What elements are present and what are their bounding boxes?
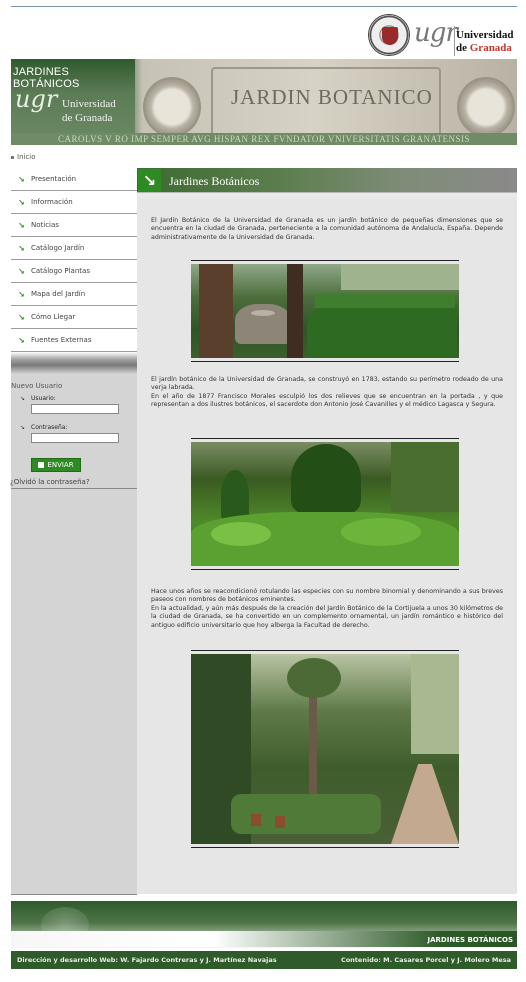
sidebar-item-catalogo-plantas[interactable]: ↘ Catálogo Plantas [11, 260, 137, 283]
sidebar-item-label: Fuentes Externas [31, 336, 92, 344]
footer-credits-right: Contenido: M. Casares Porcel y J. Molero… [340, 956, 511, 964]
breadcrumb-home-link[interactable]: Inicio [17, 153, 36, 161]
photo-rule-bottom [191, 569, 459, 570]
lock-icon [38, 462, 45, 468]
sidebar: ↘ Presentación ↘ Información ↘ Noticias ↘ Ca… [10, 168, 137, 894]
login-divider [11, 488, 137, 489]
photo-garden-path [191, 654, 459, 844]
submit-button[interactable]: ENVIAR [31, 458, 81, 472]
banner-ugr-logo: ugr [15, 85, 58, 113]
photo-path-figure [191, 650, 459, 848]
arrow-icon: ↘ [20, 395, 26, 402]
login-form: Nuevo Usuario ↘ Usuario: ↘ Contraseña: E… [10, 374, 137, 489]
sidebar-item-presentacion[interactable]: ↘ Presentación [11, 168, 137, 191]
login-title: Nuevo Usuario [11, 382, 63, 390]
sidebar-item-como-llegar[interactable]: ↘ Cómo Llegar [11, 306, 137, 329]
sidebar-item-fuentes-externas[interactable]: ↘ Fuentes Externas [11, 329, 137, 352]
sidebar-item-label: Catálogo Plantas [31, 267, 90, 275]
top-rule [11, 6, 517, 7]
banner-relief-right-icon [457, 77, 515, 137]
username-input[interactable] [31, 404, 119, 414]
sidebar-item-label: Cómo Llegar [31, 313, 76, 321]
university-name-line1: Universidad [456, 29, 514, 41]
password-label: Contraseña: [31, 424, 68, 431]
history-paragraph: El jardín botánico de la Universidad de … [151, 376, 503, 410]
main-content: ↘ Jardines Botánicos El Jardín Botánico … [137, 168, 517, 894]
sidebar-bottom-rule [11, 894, 137, 895]
content-header: ↘ Jardines Botánicos [137, 168, 517, 198]
today-paragraph: Hace unos años se reacondicionó rotuland… [151, 588, 503, 630]
banner-latin-motto: CAROLVS V RO IMP SEMPER AVG HISPAN REX F… [11, 133, 517, 145]
banner-uni-line1: Universidad [62, 98, 116, 110]
forgot-password-link[interactable]: ¿Olvidó la contraseña? [10, 478, 90, 486]
arrow-icon: ↘ [18, 289, 25, 299]
arrow-icon: ↘ [18, 220, 25, 230]
paragraph-text: Hace unos años se reacondicionó rotuland… [151, 588, 503, 604]
photo-hedges-figure [191, 438, 459, 570]
password-input[interactable] [31, 433, 119, 443]
sidebar-item-label: Catálogo Jardín [31, 244, 85, 252]
sidebar-item-label: Información [31, 198, 73, 206]
photo-fountain-figure [191, 260, 459, 362]
arrow-icon: ↘ [20, 424, 26, 431]
logo-divider [454, 26, 455, 56]
paragraph-text: En el año de 1877 Francisco Morales escu… [151, 392, 503, 409]
submit-button-label: ENVIAR [47, 461, 74, 469]
paragraph-text: En la actualidad, y aún más después de l… [151, 604, 503, 629]
sidebar-nav: ↘ Presentación ↘ Información ↘ Noticias ↘ Ca… [11, 168, 137, 352]
arrow-icon: ↘ [18, 266, 25, 276]
page-title: Jardines Botánicos [169, 174, 260, 188]
breadcrumb: Inicio [11, 153, 36, 161]
university-name-city: Granada [469, 42, 512, 54]
header-banner: JARDINES BOTÁNICOS ugr Universidad de Gr… [11, 59, 517, 145]
arrow-down-right-icon: ↘ [138, 169, 161, 192]
sidebar-item-label: Noticias [31, 221, 59, 229]
ugr-logo-text: ugr [414, 18, 458, 48]
photo-rule-bottom [191, 847, 459, 848]
footer-title: JARDINES BOTÁNICOS [427, 936, 513, 944]
paragraph-text: El Jardín Botánico de la Universidad de … [151, 217, 503, 241]
sidebar-divider-wave [11, 352, 137, 374]
username-label: Usuario: [31, 395, 56, 402]
photo-rule-top [191, 260, 459, 261]
arrow-icon: ↘ [18, 174, 25, 184]
arrow-icon: ↘ [18, 335, 25, 345]
arrow-icon: ↘ [18, 197, 25, 207]
sidebar-item-noticias[interactable]: ↘ Noticias [11, 214, 137, 237]
footer-credits: Dirección y desarrollo Web: W. Fajardo C… [11, 951, 517, 969]
photo-rule-bottom [191, 361, 459, 362]
footer-credits-left: Dirección y desarrollo Web: W. Fajardo C… [17, 956, 277, 964]
footer: JARDINES BOTÁNICOS Dirección y desarroll… [11, 901, 517, 969]
banner-uni-line2: de Granada [62, 112, 113, 124]
breadcrumb-bullet-icon [11, 155, 14, 159]
arrow-icon: ↘ [18, 312, 25, 322]
sidebar-item-informacion[interactable]: ↘ Información [11, 191, 137, 214]
photo-garden-fountain [191, 264, 459, 358]
university-seal-icon [368, 14, 410, 56]
university-logo[interactable]: ugr Universidad de Granada [368, 12, 518, 58]
sidebar-item-label: Mapa del Jardín [31, 290, 86, 298]
photo-rule-top [191, 650, 459, 651]
intro-paragraph: El Jardín Botánico de la Universidad de … [151, 217, 503, 242]
arrow-icon: ↘ [18, 243, 25, 253]
paragraph-text: El jardín botánico de la Universidad de … [151, 376, 503, 392]
banner-relief-left-icon [143, 77, 201, 137]
university-name: Universidad de Granada [456, 29, 513, 55]
university-name-line2: de Granada [456, 42, 513, 55]
sidebar-item-label: Presentación [31, 175, 77, 183]
university-name-prefix: de [456, 42, 470, 54]
banner-gate-sign: JARDIN BOTANICO [231, 85, 433, 109]
banner-university-name: Universidad de Granada [62, 97, 116, 125]
photo-rule-top [191, 438, 459, 439]
sidebar-item-mapa[interactable]: ↘ Mapa del Jardín [11, 283, 137, 306]
sidebar-item-catalogo-jardin[interactable]: ↘ Catálogo Jardín [11, 237, 137, 260]
content-header-bar [137, 192, 517, 198]
photo-garden-hedges [191, 442, 459, 566]
